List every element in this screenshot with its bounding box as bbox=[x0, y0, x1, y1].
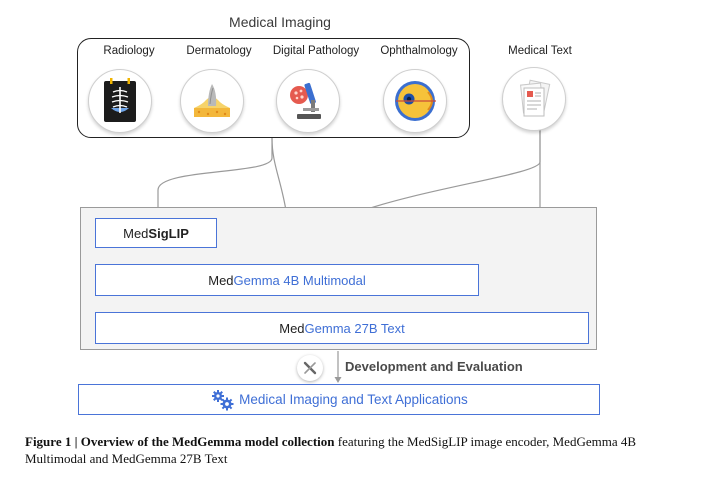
medgemma-4b-suffix: 4B Multimodal bbox=[279, 272, 366, 288]
ophthalmology-circle bbox=[383, 69, 447, 133]
medgemma-27b-box: Med Gemma 27B Text bbox=[95, 312, 589, 344]
medical-text-circle bbox=[502, 67, 566, 131]
medgemma-4b-box: Med Gemma 4B Multimodal bbox=[95, 264, 479, 296]
dermatology-skin-icon bbox=[194, 84, 230, 117]
applications-label: Medical Imaging and Text Applications bbox=[239, 392, 468, 407]
medgemma-4b-prefix: Med bbox=[208, 272, 234, 288]
medical-text-label: Medical Text bbox=[508, 45, 572, 57]
pathology-microscope-icon bbox=[290, 82, 321, 119]
medsiglip-prefix: Med bbox=[123, 225, 149, 241]
medgemma-27b-brand: Gemma bbox=[304, 320, 351, 336]
medical-documents-icon bbox=[520, 79, 551, 117]
medsiglip-box: Med SigLIP bbox=[95, 218, 217, 248]
dermatology-label: Dermatology bbox=[186, 45, 252, 57]
medgemma-4b-brand: Gemma bbox=[233, 272, 280, 288]
ophthalmology-label: Ophthalmology bbox=[380, 45, 458, 57]
dev-tools-circle bbox=[297, 355, 323, 381]
wrench-tools-icon bbox=[303, 361, 317, 375]
dermatology-circle bbox=[180, 69, 244, 133]
pathology-label: Digital Pathology bbox=[272, 45, 360, 57]
ophthalmology-eye-icon bbox=[395, 81, 436, 121]
radiology-label: Radiology bbox=[103, 45, 155, 57]
medical-imaging-title: Medical Imaging bbox=[229, 14, 331, 30]
radiology-xray-icon bbox=[104, 78, 136, 122]
connector-dev-arrowhead bbox=[334, 377, 342, 383]
caption-label: Figure 1 | Overview of the MedGemma mode… bbox=[25, 434, 335, 449]
applications-box: Medical Imaging and Text Applications bbox=[78, 384, 600, 415]
dev-eval-label: Development and Evaluation bbox=[345, 359, 523, 374]
radiology-circle bbox=[88, 69, 152, 133]
medsiglip-suffix: SigLIP bbox=[148, 225, 189, 241]
figure-caption: Figure 1 | Overview of the MedGemma mode… bbox=[25, 433, 685, 467]
medgemma-27b-suffix: 27B Text bbox=[350, 320, 405, 336]
pathology-circle bbox=[276, 69, 340, 133]
gears-icon bbox=[212, 389, 234, 410]
medgemma-27b-prefix: Med bbox=[279, 320, 305, 336]
